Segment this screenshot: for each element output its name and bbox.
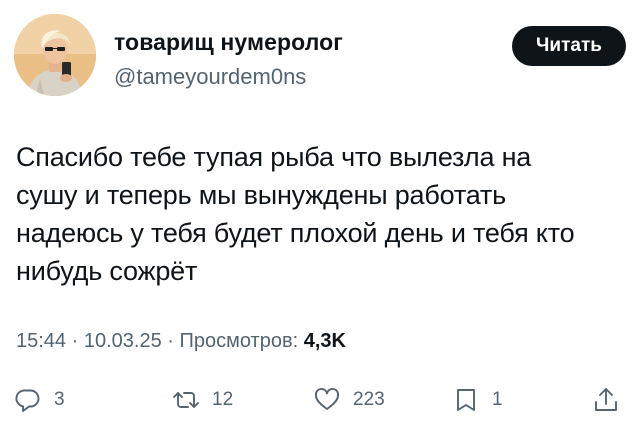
like-button[interactable]: 223 (313, 380, 385, 420)
share-button[interactable] (592, 380, 620, 420)
follow-button[interactable]: Читать (512, 26, 626, 66)
tweet-time[interactable]: 15:44 (16, 330, 66, 352)
reply-icon (15, 389, 40, 412)
reply-count: 3 (54, 389, 65, 410)
bookmark-icon (457, 389, 475, 411)
display-name[interactable]: товарищ нумеролог (114, 29, 343, 56)
tweet-date[interactable]: 10.03.25 (84, 330, 162, 352)
repost-icon (173, 392, 199, 408)
tweet-line: надеюсь у тебя будет плохой день и тебя … (16, 218, 575, 248)
tweet-line: сушу и теперь мы вынуждены работать (16, 180, 506, 210)
tweet-line: Спасибо тебе тупая рыба что вылезла на (16, 142, 532, 172)
bookmark-count: 1 (492, 389, 503, 410)
avatar-image (14, 14, 96, 96)
views-count: 4,3K (303, 330, 346, 352)
tweet-header: товарищ нумеролог @tameyourdem0ns Читать (14, 14, 626, 98)
tweet-meta: 15:44 · 10.03.25 · Просмотров: 4,3K (16, 330, 346, 353)
repost-count: 12 (212, 389, 234, 410)
tweet-actions: 3 12 223 1 (0, 380, 640, 420)
tweet-line: нибудь сожрёт (16, 256, 198, 286)
meta-separator: · (66, 330, 84, 352)
meta-separator: · (161, 330, 180, 352)
author-names: товарищ нумеролог @tameyourdem0ns (114, 29, 343, 90)
repost-button[interactable]: 12 (172, 380, 233, 420)
handle[interactable]: @tameyourdem0ns (114, 64, 343, 90)
reply-button[interactable]: 3 (14, 380, 65, 420)
like-count: 223 (353, 389, 385, 410)
share-icon (595, 388, 617, 411)
views-label: Просмотров: (179, 330, 299, 352)
tweet-text: Спасибо тебе тупая рыба что вылезла на с… (16, 138, 616, 290)
heart-icon (315, 387, 339, 410)
bookmark-button[interactable]: 1 (452, 380, 503, 420)
avatar[interactable] (14, 14, 96, 96)
